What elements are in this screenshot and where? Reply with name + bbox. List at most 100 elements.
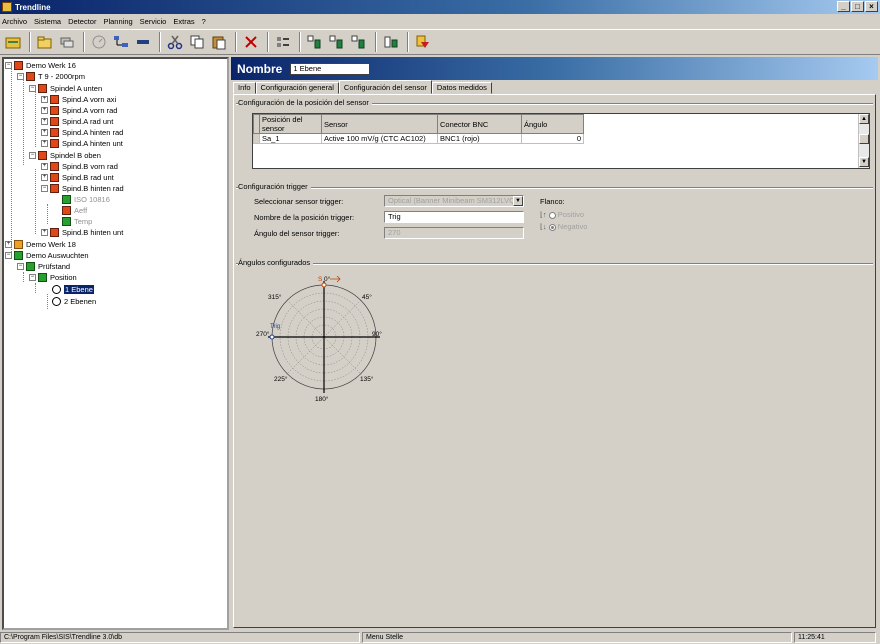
toolbar-separator	[267, 32, 269, 52]
menu-detector[interactable]: Detector	[68, 17, 96, 26]
menu-help[interactable]: ?	[202, 17, 206, 26]
stack-icon[interactable]	[57, 32, 77, 52]
column-header[interactable]: Sensor	[321, 114, 438, 134]
trigger-sensor-select[interactable]: Optical (Banner Minibeam SM312LVQD) ▼	[384, 195, 524, 207]
sensor-table[interactable]: Posición del sensor Sensor Conector BNC …	[252, 113, 870, 169]
tree-node[interactable]: + Spind.A hinten rad	[41, 127, 123, 137]
tree-node[interactable]: + Spind.A vorn rad	[41, 105, 117, 115]
sort-sensor-icon[interactable]	[349, 32, 369, 52]
tree-node[interactable]: − Spindel A unten	[29, 83, 102, 93]
tree-node[interactable]: + Spind.A rad unt	[41, 116, 113, 126]
table-cell[interactable]: 0	[521, 133, 584, 144]
collapse-icon[interactable]: −	[5, 61, 12, 69]
status-green-icon	[26, 261, 35, 271]
tree-node[interactable]: − T 9 - 2000rpm	[17, 71, 85, 81]
gauge-icon[interactable]	[89, 32, 109, 52]
network-icon[interactable]	[111, 32, 131, 52]
tree-node[interactable]: − Spindel B oben	[29, 150, 101, 160]
menu-servicio[interactable]: Servicio	[140, 17, 167, 26]
tree-node[interactable]: − Spind.B hinten rad	[41, 183, 124, 193]
tree-node[interactable]: + Spind.A vorn axi	[41, 94, 116, 104]
column-header[interactable]: Conector BNC	[437, 114, 522, 134]
tab-sensor-config[interactable]: Configuración del sensor	[338, 80, 432, 94]
tree-node[interactable]: Aeff	[62, 205, 87, 215]
tree-node-label: Spind.B hinten rad	[62, 183, 124, 193]
scroll-down-icon[interactable]: ▼	[859, 157, 869, 167]
column-header[interactable]: Posición del sensor	[259, 114, 322, 134]
scroll-up-icon[interactable]: ▲	[859, 114, 869, 124]
new-folder-icon[interactable]	[35, 32, 55, 52]
table-row[interactable]: Sa_1 Active 100 mV/g (CTC AC102) BNC1 (r…	[253, 133, 584, 144]
expand-icon[interactable]: +	[5, 240, 12, 248]
copy-icon[interactable]	[187, 32, 207, 52]
tree-node[interactable]: − Position	[29, 272, 77, 282]
tree-node[interactable]: ISO 10816	[62, 194, 110, 204]
network-2-icon[interactable]	[133, 32, 153, 52]
dropdown-arrow-icon[interactable]: ▼	[513, 196, 523, 206]
expand-icon[interactable]: +	[41, 117, 48, 125]
tree-node-selected[interactable]: 1 Ebene	[52, 284, 94, 294]
collapse-icon[interactable]: −	[29, 151, 36, 159]
trigger-name-input[interactable]: Trig	[384, 211, 524, 223]
collapse-icon[interactable]: −	[29, 84, 36, 92]
menu-archivo[interactable]: Archivo	[2, 17, 27, 26]
add-sensor-icon[interactable]	[305, 32, 325, 52]
maximize-button[interactable]: □	[851, 1, 864, 12]
tree-node[interactable]: + Spind.B hinten unt	[41, 227, 123, 237]
tree-node[interactable]: + Spind.A hinten unt	[41, 138, 123, 148]
wizard-icon[interactable]	[413, 32, 433, 52]
table-scrollbar[interactable]: ▲ ▼	[858, 114, 869, 168]
toolbar-separator	[375, 32, 377, 52]
collapse-icon[interactable]: −	[5, 251, 12, 259]
paste-icon[interactable]	[209, 32, 229, 52]
menu-sistema[interactable]: Sistema	[34, 17, 61, 26]
trigger-angle-input[interactable]: 270	[384, 227, 524, 239]
tree-node[interactable]: + Spind.B rad unt	[41, 172, 114, 182]
table-cell[interactable]: Sa_1	[259, 133, 322, 144]
tree-node[interactable]: − Demo Werk 16	[5, 60, 76, 70]
expand-icon[interactable]: +	[41, 106, 48, 114]
tree-node[interactable]: 2 Ebenen	[52, 296, 96, 306]
flank-positive-option[interactable]: ⌊↑ Positivo	[540, 210, 584, 219]
expand-icon[interactable]: +	[41, 128, 48, 136]
tree-node[interactable]: − Demo Auswuchten	[5, 250, 89, 260]
scroll-thumb[interactable]	[859, 134, 869, 144]
menu-planning[interactable]: Planning	[103, 17, 132, 26]
status-red-icon	[50, 105, 59, 115]
status-red-icon	[50, 172, 59, 182]
tree-node[interactable]: Temp	[62, 216, 92, 226]
expand-icon[interactable]: +	[41, 228, 48, 236]
tree-node[interactable]: + Demo Werk 18	[5, 239, 76, 249]
menu-extras[interactable]: Extras	[173, 17, 194, 26]
table-cell[interactable]: BNC1 (rojo)	[437, 133, 522, 144]
expand-icon[interactable]: +	[41, 139, 48, 147]
radio-negative[interactable]	[548, 223, 556, 231]
cut-icon[interactable]	[165, 32, 185, 52]
delete-icon[interactable]	[241, 32, 261, 52]
flank-negative-option[interactable]: ⌊↓ Negativo	[540, 222, 587, 231]
table-cell[interactable]: Active 100 mV/g (CTC AC102)	[321, 133, 438, 144]
config-icon[interactable]	[381, 32, 401, 52]
tab-info[interactable]: Info	[233, 82, 256, 94]
open-folder-icon[interactable]	[3, 32, 23, 52]
minimize-button[interactable]: _	[837, 1, 850, 12]
collapse-icon[interactable]: −	[41, 184, 48, 192]
expand-icon[interactable]: +	[41, 173, 48, 181]
expand-icon[interactable]: +	[41, 162, 48, 170]
expand-icon[interactable]: +	[41, 95, 48, 103]
tab-measured-data[interactable]: Datos medidos	[431, 82, 492, 94]
status-red-icon	[50, 161, 59, 171]
collapse-icon[interactable]: −	[17, 262, 24, 270]
object-tree[interactable]: − Demo Werk 16 − T 9 - 2000rpm − Spindel A …	[2, 57, 229, 630]
move-sensor-icon[interactable]	[327, 32, 347, 52]
tree-node[interactable]: + Spind.B vorn rad	[41, 161, 118, 171]
tab-general-config[interactable]: Configuración general	[255, 82, 339, 94]
collapse-icon[interactable]: −	[17, 72, 24, 80]
properties-icon[interactable]	[273, 32, 293, 52]
collapse-icon[interactable]: −	[29, 273, 36, 281]
name-input[interactable]: 1 Ebene	[290, 62, 371, 75]
tree-node[interactable]: − Prüfstand	[17, 261, 70, 271]
column-header[interactable]: Ángulo	[521, 114, 584, 134]
radio-positive[interactable]	[548, 211, 556, 219]
close-button[interactable]: ×	[865, 1, 878, 12]
